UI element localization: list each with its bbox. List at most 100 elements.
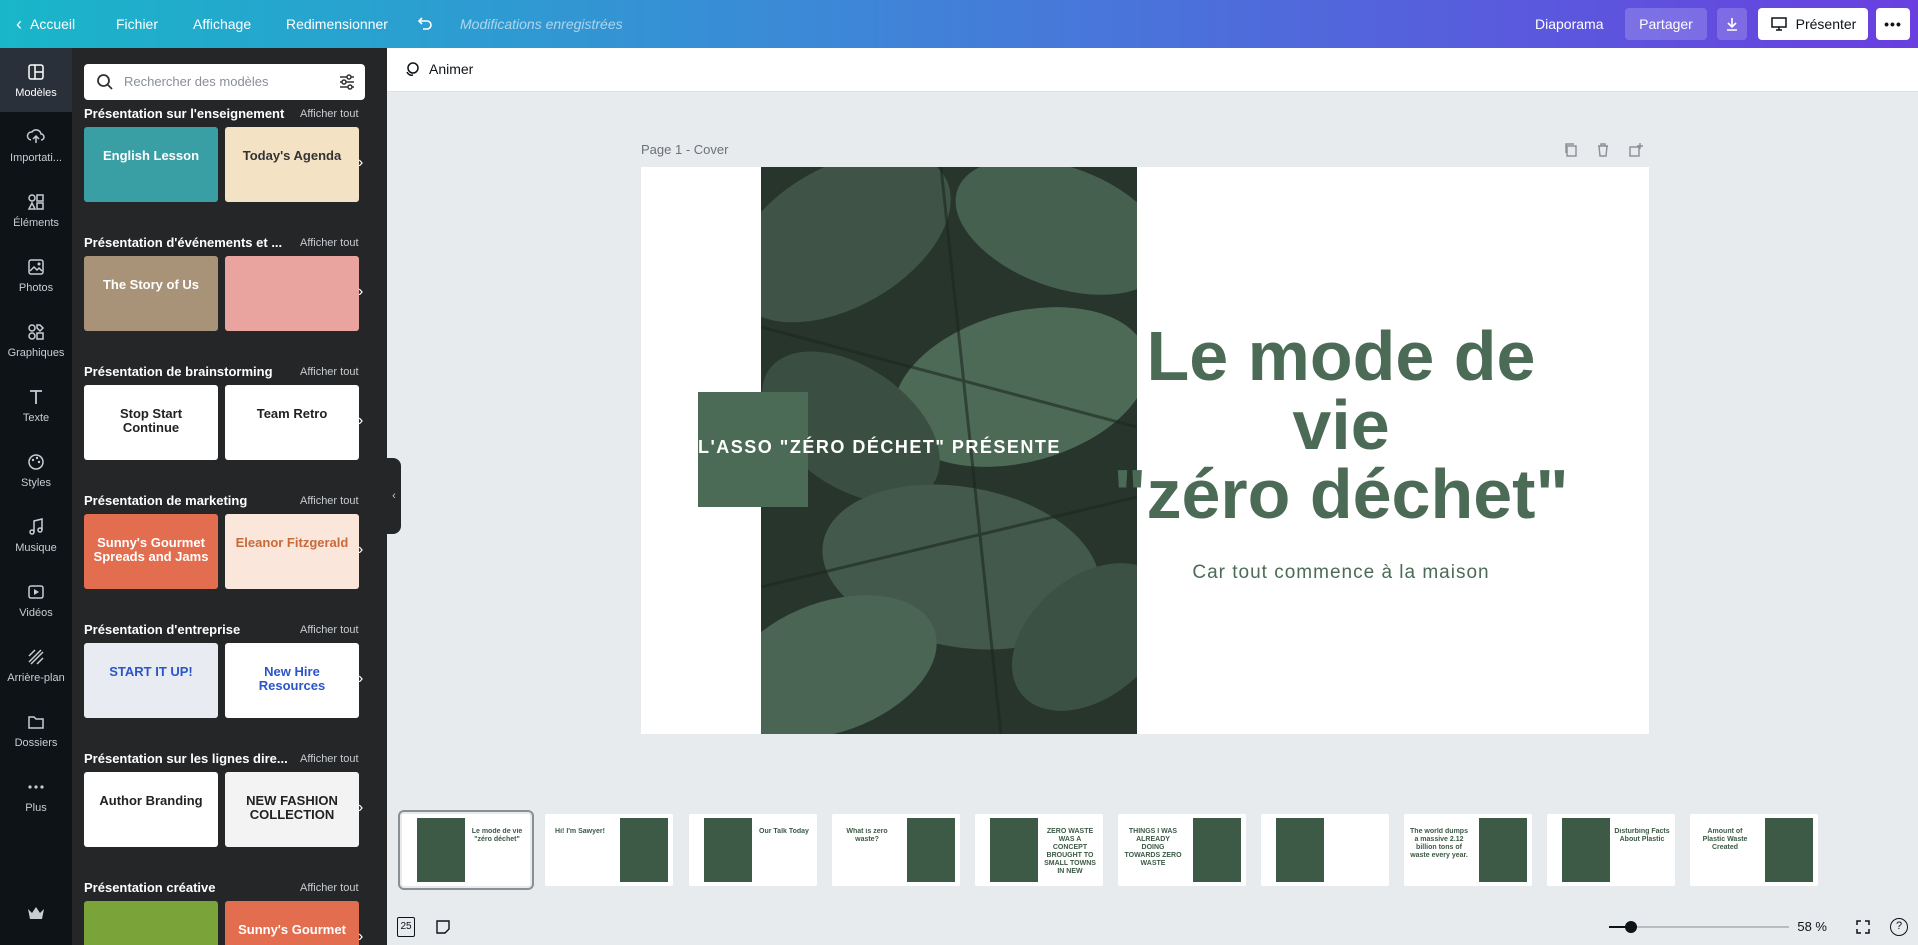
page-label: Page 1 - Cover [641,142,729,157]
text-icon [30,389,42,404]
collapse-panel-button[interactable]: ‹ [387,458,401,534]
rail-item-templates[interactable]: Modèles [0,48,72,112]
template-thumbnail[interactable] [225,256,359,331]
rail-item-elements[interactable]: Éléments [0,178,72,242]
slide-thumbnail-image [1765,818,1813,882]
search-box[interactable]: Rechercher des modèles [84,64,365,100]
slide-thumbnail-title: THINGS I WAS ALREADY DOING TOWARDS ZERO … [1124,828,1182,867]
more-options-button[interactable]: ••• [1876,8,1910,40]
rail-label: Texte [22,411,50,424]
template-thumbnail[interactable]: Sunny's Gourmet Spreads and Jams [84,514,218,589]
chevron-left-icon: ‹ [16,13,22,34]
chevron-right-icon[interactable]: › [358,154,363,172]
see-all-link[interactable]: Afficher tout [300,495,359,507]
fullscreen-icon[interactable] [1855,919,1871,935]
rail-item-text[interactable]: Texte [0,373,72,437]
slide-thumbnail[interactable]: Le mode de vie "zéro déchet" [398,810,534,890]
add-page-icon[interactable] [1628,142,1644,158]
slide-thumbnail[interactable]: ZERO WASTE WAS A CONCEPT BROUGHT TO SMAL… [975,814,1103,886]
rail-item-graphics[interactable]: Graphiques [0,308,72,372]
undo-icon[interactable] [416,0,434,48]
see-all-link[interactable]: Afficher tout [300,108,359,120]
template-thumbnail[interactable]: START IT UP! [84,643,218,718]
rail-item-photos[interactable]: Photos [0,243,72,307]
category-title: Présentation de marketing [84,493,248,508]
delete-page-icon[interactable] [1595,142,1611,158]
photos-icon [28,258,44,275]
see-all-link[interactable]: Afficher tout [300,366,359,378]
home-button[interactable]: ‹ Accueil [16,0,75,48]
help-button[interactable]: ? [1890,918,1908,936]
see-all-link[interactable]: Afficher tout [300,237,359,249]
template-thumbnail[interactable]: Today's Agenda [225,127,359,202]
present-button[interactable]: Présenter [1758,8,1868,40]
chevron-right-icon[interactable]: › [358,283,363,301]
view-menu[interactable]: Affichage [193,0,251,48]
slide-thumbnail-title: Le mode de vie "zéro déchet" [471,828,523,843]
slide-thumbnail[interactable]: Disturbing Facts About Plastic [1547,814,1675,886]
duplicate-page-icon[interactable] [1563,142,1579,158]
chevron-right-icon[interactable]: › [358,412,363,430]
template-thumbnail[interactable]: Stop Start Continue [84,385,218,460]
slide-thumbnail[interactable]: What is zero waste? [832,814,960,886]
rail-item-more[interactable]: Plus [0,763,72,827]
slide-thumbnail[interactable]: Hi! I'm Sawyer! [545,814,673,886]
music-icon [29,517,43,535]
zoom-level[interactable]: 58 % [1787,919,1827,934]
slide-tag[interactable]: L'ASSO "ZÉRO DÉCHET" PRÉSENTE [698,437,1059,458]
slide-title[interactable]: Le mode de vie "zéro déchet" [1041,321,1641,533]
rail-item-folders[interactable]: Dossiers [0,698,72,762]
rail-item-background[interactable]: Arrière-plan [0,633,72,697]
template-thumbnail-title: Eleanor Fitzgerald [235,535,349,550]
see-all-link[interactable]: Afficher tout [300,882,359,894]
template-thumbnail[interactable]: NEW FASHION COLLECTION [225,772,359,847]
resize-menu[interactable]: Redimensionner [286,0,388,48]
template-thumbnail[interactable]: Eleanor Fitzgerald [225,514,359,589]
share-button[interactable]: Partager [1625,8,1707,40]
templates-panel: Rechercher des modèles Présentation sur … [72,48,387,945]
page-count-badge[interactable]: 25 [397,917,415,937]
template-thumbnail[interactable]: Sunny's Gourmet [225,901,359,945]
zoom-slider[interactable] [1609,921,1789,933]
rail-item-upload[interactable]: Importati... [0,113,72,177]
slide-thumbnail[interactable] [1261,814,1389,886]
slide-thumbnail[interactable]: The world dumps a massive 2.12 billion t… [1404,814,1532,886]
slide-title-line: "zéro déchet" [1113,455,1569,533]
slideshow-button[interactable]: Diaporama [1535,0,1603,48]
notes-icon[interactable] [435,919,451,935]
slide-thumbnail[interactable]: Amount of Plastic Waste Created [1690,814,1818,886]
slide-thumbnail[interactable]: THINGS I WAS ALREADY DOING TOWARDS ZERO … [1118,814,1246,886]
category-title: Présentation d'entreprise [84,622,241,637]
template-thumbnail[interactable]: The Story of Us [84,256,218,331]
slide-canvas[interactable]: L'ASSO "ZÉRO DÉCHET" PRÉSENTE Le mode de… [641,167,1649,734]
present-label: Présenter [1795,16,1857,32]
rail-item-music[interactable]: Musique [0,503,72,567]
slide-subtitle[interactable]: Car tout commence à la maison [1041,562,1641,584]
rail-item-videos[interactable]: Vidéos [0,568,72,632]
template-thumbnail[interactable]: Team Retro [225,385,359,460]
zoom-slider-handle[interactable] [1625,921,1637,933]
filter-icon[interactable] [338,73,356,91]
chevron-right-icon[interactable]: › [358,799,363,817]
template-thumbnail-title: English Lesson [102,148,200,163]
chevron-right-icon[interactable]: › [358,928,363,945]
template-thumbnail[interactable]: New Hire Resources [225,643,359,718]
file-menu[interactable]: Fichier [116,0,158,48]
slide-thumbnail[interactable]: Our Talk Today [689,814,817,886]
chevron-right-icon[interactable]: › [358,541,363,559]
search-input[interactable]: Rechercher des modèles [124,74,269,89]
see-all-link[interactable]: Afficher tout [300,753,359,765]
download-button[interactable] [1717,8,1747,40]
more-icon [28,784,44,789]
template-thumbnail[interactable] [84,901,218,945]
see-all-link[interactable]: Afficher tout [300,624,359,636]
template-thumbnail-title: Sunny's Gourmet Spreads and Jams [93,535,209,564]
chevron-right-icon[interactable]: › [358,670,363,688]
crown-icon[interactable] [26,905,46,921]
slide-thumbnail-title: ZERO WASTE WAS A CONCEPT BROUGHT TO SMAL… [1044,828,1096,875]
animate-button[interactable]: Animer [403,60,473,78]
rail-item-styles[interactable]: Styles [0,438,72,502]
template-thumbnail[interactable]: English Lesson [84,127,218,202]
category-title: Présentation de brainstorming [84,364,273,379]
template-thumbnail[interactable]: Author Branding [84,772,218,847]
